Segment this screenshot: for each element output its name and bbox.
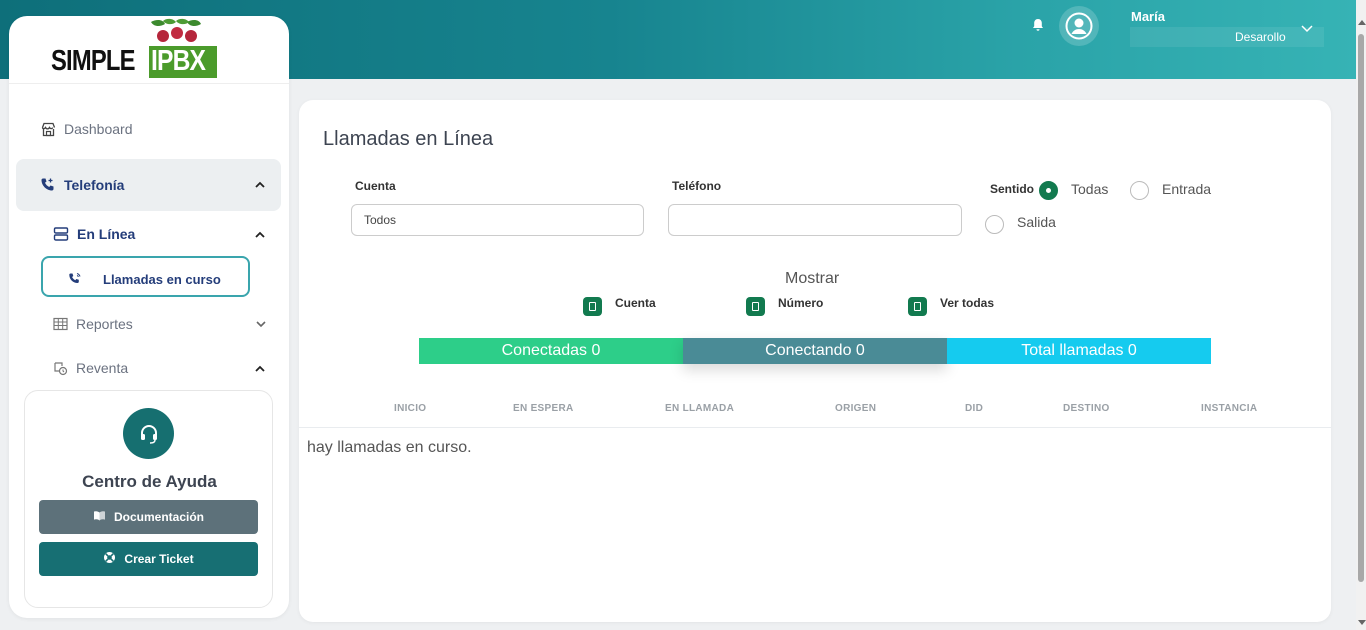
sidebar-item-llamadas-en-curso-label: Llamadas en curso <box>103 271 221 287</box>
sidebar-item-en-linea-label: En Línea <box>77 226 136 242</box>
stat-conectando: Conectando 0 <box>683 338 947 364</box>
documentation-button-label: Documentación <box>113 510 204 524</box>
sidebar-item-reventa[interactable]: Reventa <box>52 360 128 376</box>
user-role-background <box>1130 27 1324 47</box>
telefono-label: Teléfono <box>672 179 722 193</box>
sidebar-item-reportes[interactable]: Reportes <box>52 316 133 332</box>
chevron-up-icon[interactable] <box>255 363 265 375</box>
sidebar-item-reventa-label: Reventa <box>76 360 129 376</box>
sidebar-item-reportes-label: Reportes <box>76 316 133 332</box>
radio-salida[interactable] <box>985 215 1004 234</box>
store-icon <box>40 121 56 137</box>
table-icon <box>52 316 68 332</box>
chevron-down-icon[interactable] <box>256 319 266 331</box>
scroll-down-arrow-icon[interactable] <box>1358 620 1366 625</box>
sidebar: SIMPLE IPBX Dashboard Telefonía En Línea <box>9 16 289 618</box>
sidebar-item-telefonia-label: Telefonía <box>64 177 125 193</box>
column-header-origen[interactable]: ORIGEN <box>835 403 876 414</box>
radio-salida-label: Salida <box>1017 214 1056 230</box>
stat-total-llamadas: Total llamadas 0 <box>947 338 1211 364</box>
user-avatar-icon[interactable] <box>1059 6 1099 46</box>
scrollbar-thumb[interactable] <box>1358 34 1364 582</box>
column-header-inicio[interactable]: INICIO <box>394 403 426 414</box>
checkbox-cuenta-label: Cuenta <box>615 296 656 310</box>
radio-todas-label: Todas <box>1071 181 1109 197</box>
create-ticket-button-label: Crear Ticket <box>124 552 194 566</box>
logo-ipbx-text: IPBX <box>151 45 206 77</box>
radio-todas[interactable] <box>1039 181 1058 200</box>
checkbox-numero-label: Número <box>778 296 824 310</box>
documentation-button[interactable]: Documentación <box>39 500 258 534</box>
stat-conectadas: Conectadas 0 <box>419 338 683 364</box>
help-center-title: Centro de Ayuda <box>82 472 217 491</box>
empty-table-message: hay llamadas en curso. <box>307 439 472 456</box>
sidebar-item-dashboard-label: Dashboard <box>64 121 133 137</box>
column-header-instancia[interactable]: INSTANCIA <box>1201 403 1257 414</box>
column-header-en-espera[interactable]: EN ESPERA <box>513 403 574 414</box>
user-role: Desarollo <box>1235 30 1286 44</box>
scroll-up-arrow-icon[interactable] <box>1358 20 1366 25</box>
help-center-card: Centro de Ayuda Documentación Crear Tick… <box>24 390 273 608</box>
radio-entrada[interactable] <box>1130 181 1149 200</box>
logo-divider <box>9 83 289 84</box>
radio-entrada-label: Entrada <box>1162 181 1212 197</box>
create-ticket-button[interactable]: Crear Ticket <box>39 542 258 576</box>
notifications-bell-icon[interactable] <box>1030 17 1046 33</box>
column-header-did[interactable]: DID <box>965 403 983 414</box>
book-icon <box>93 510 106 524</box>
table-header-divider <box>299 427 1331 428</box>
user-menu[interactable]: María Desarollo <box>1130 0 1324 48</box>
sentido-label: Sentido <box>990 182 1034 196</box>
column-header-en-llamada[interactable]: EN LLAMADA <box>665 403 734 414</box>
main-panel: Llamadas en Línea Cuenta Teléfono Sentid… <box>299 100 1331 622</box>
phone-ringing-icon <box>67 271 83 287</box>
telefono-input[interactable] <box>668 204 962 236</box>
sidebar-item-en-linea[interactable]: En Línea <box>53 226 135 242</box>
checkbox-cuenta[interactable] <box>583 297 602 316</box>
lifebuoy-icon <box>103 551 116 567</box>
server-icon <box>53 226 69 242</box>
cuenta-input[interactable] <box>351 204 644 236</box>
page-title: Llamadas en Línea <box>323 128 494 150</box>
headset-icon <box>123 408 174 459</box>
column-header-destino[interactable]: DESTINO <box>1063 403 1110 414</box>
cuenta-label: Cuenta <box>355 179 396 193</box>
checkbox-ver-todas[interactable] <box>908 297 927 316</box>
sidebar-item-llamadas-en-curso-row[interactable]: Llamadas en curso <box>67 271 221 287</box>
chevron-up-icon[interactable] <box>255 229 265 241</box>
user-name: María <box>1131 9 1165 24</box>
chevron-up-icon[interactable] <box>255 179 265 191</box>
phone-call-icon <box>40 177 56 193</box>
chevron-down-icon[interactable] <box>1301 20 1313 38</box>
checkbox-ver-todas-label: Ver todas <box>940 296 995 310</box>
mostrar-label: Mostrar <box>785 270 840 287</box>
simpleipbx-logo: SIMPLE IPBX <box>51 18 221 82</box>
sidebar-item-telefonia-row[interactable]: Telefonía <box>40 177 124 193</box>
reventa-icon <box>52 360 68 376</box>
checkbox-numero[interactable] <box>746 297 765 316</box>
logo-simple-text: SIMPLE <box>51 45 135 77</box>
sidebar-item-dashboard[interactable]: Dashboard <box>40 121 133 137</box>
